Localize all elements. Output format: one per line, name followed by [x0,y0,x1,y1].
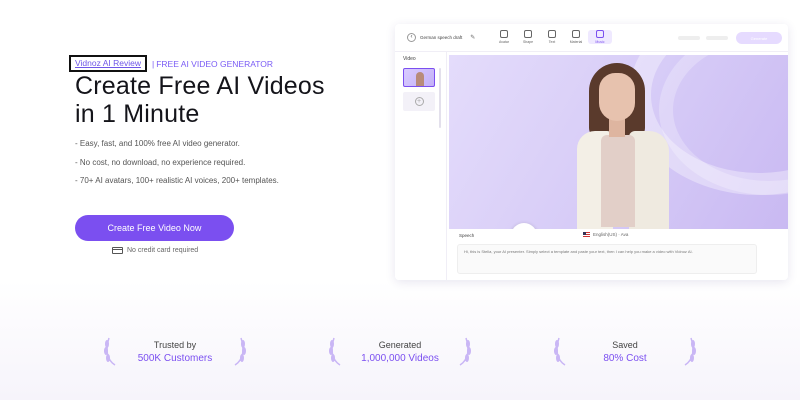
material-tool-icon [572,30,580,38]
feature-list: - Easy, fast, and 100% free AI video gen… [75,138,279,194]
laurel-icon [459,337,471,366]
voice-selector[interactable]: English(US) · Ava [583,232,628,237]
scene-panel: Video + [395,52,447,280]
hero-eyebrow: Vidnoz AI Review | FREE AI VIDEO GENERAT… [69,55,273,72]
preview-control[interactable] [706,36,728,40]
scene-scrollbar[interactable] [439,68,441,128]
laurel-icon [329,337,341,366]
us-flag-icon [583,232,590,237]
stat-label: Trusted by [153,340,197,350]
review-tag-link[interactable]: Vidnoz AI Review [69,55,147,72]
edit-pencil-icon[interactable]: ✎ [470,34,475,41]
stat-value: 500K Customers [137,353,213,364]
scene-panel-label: Video [403,56,416,62]
feature-item: - No cost, no download, no experience re… [75,157,246,167]
plus-icon: + [414,97,424,106]
stat-label: Saved [612,340,638,350]
eyebrow-separator: | [152,58,155,69]
draft-title: German speech draft [420,35,463,40]
credit-card-icon [112,247,123,254]
stat-customers: Trusted by 500K Customers [104,330,246,374]
music-tool-icon [596,30,604,38]
feature-item: - Easy, fast, and 100% free AI video gen… [75,139,240,148]
avatar-top [601,135,635,227]
back-arrow-icon[interactable]: ‹ [407,33,416,42]
tool-music[interactable]: Music [588,30,612,44]
scene-thumbnail[interactable] [403,68,435,87]
headline-line-2: in 1 Minute [75,100,200,128]
editor-preview: ‹ German speech draft ✎ Avatar Shape Tex… [395,24,788,280]
tool-material[interactable]: Material [564,30,588,44]
stat-videos: Generated 1,000,000 Videos [329,330,471,374]
avatar-face [599,73,635,121]
tool-shape[interactable]: Shape [516,30,540,44]
speech-label: Speech [459,233,475,238]
tool-label: Shape [522,40,534,44]
shape-tool-icon [524,30,532,38]
page-headline: Create Free AI Videos in 1 Minute [75,72,375,128]
ai-avatar-presenter[interactable] [573,63,693,229]
stat-value: 1,000,000 Videos [361,353,439,364]
speech-panel: Speech English(US) · Ava Hi, this is Ste… [449,229,788,280]
laurel-icon [684,337,696,366]
stat-label: Generated [378,340,422,350]
no-credit-card-note: No credit card required [112,247,198,254]
create-free-video-button[interactable]: Create Free Video Now [75,215,234,241]
text-tool-icon [548,30,556,38]
editor-toolbar: ‹ German speech draft ✎ Avatar Shape Tex… [395,24,788,52]
avatar-blazer-right [629,131,669,229]
tool-label: Text [548,40,556,44]
undo-control[interactable] [678,36,700,40]
script-textarea[interactable]: Hi, this is Stella, your AI presenter. S… [457,244,757,274]
avatar-tool-icon [500,30,508,38]
laurel-icon [104,337,116,366]
headline-line-1: Create Free AI Videos [75,72,325,100]
voice-label: English(US) · Ava [593,232,629,237]
tool-label: Avatar [498,40,510,44]
tool-label: Music [595,40,605,44]
toolbar-actions: Generate [672,32,782,44]
tool-label: Material [569,40,583,44]
video-canvas[interactable]: 🔇 [449,55,788,229]
tool-avatar[interactable]: Avatar [492,30,516,44]
stats-bar: Trusted by 500K Customers Generated 1,00… [0,330,800,380]
no-credit-card-text: No credit card required [127,247,199,254]
laurel-icon [234,337,246,366]
eyebrow-text: FREE AI VIDEO GENERATOR [156,58,274,69]
stat-value: 80% Cost [603,353,647,364]
tool-text[interactable]: Text [540,30,564,44]
avatar-mini [416,72,424,86]
stat-savings: Saved 80% Cost [554,330,696,374]
feature-item: - 70+ AI avatars, 100+ realistic AI voic… [75,176,279,185]
laurel-icon [554,337,566,366]
generate-button[interactable]: Generate [736,32,782,44]
editor-tools: Avatar Shape Text Material Music [492,30,612,44]
add-scene-button[interactable]: + [403,92,435,111]
